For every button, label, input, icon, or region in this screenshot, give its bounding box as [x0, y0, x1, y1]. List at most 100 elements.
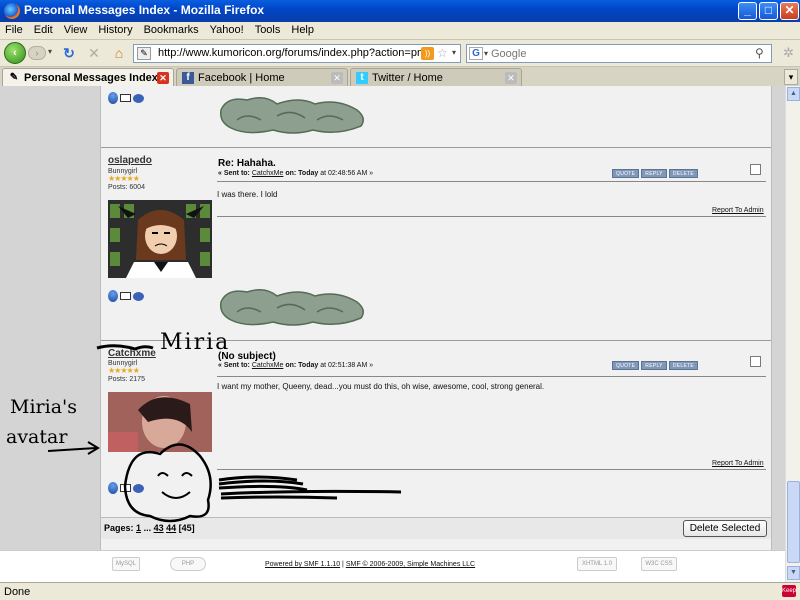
email-icon[interactable] — [120, 94, 131, 103]
home-icon[interactable]: ⌂ — [110, 44, 128, 62]
msn-icon[interactable] — [108, 482, 118, 495]
page-link-1[interactable]: 1 — [136, 523, 141, 533]
smf-copyright-link[interactable]: SMF © 2006-2009, Simple Machines LLC — [346, 561, 475, 568]
minimize-button[interactable]: _ — [738, 2, 757, 20]
status-bar: Done Keep — [0, 582, 800, 600]
vertical-scrollbar[interactable]: ▲ ▼ — [785, 86, 800, 582]
message-subject: Re: Hahaha. — [218, 158, 276, 169]
url-bar[interactable]: ✎ http://www.kumoricon.org/forums/index.… — [133, 44, 461, 63]
mysql-badge[interactable]: MySQL — [112, 557, 140, 571]
email-icon[interactable] — [120, 292, 131, 301]
search-input[interactable] — [491, 47, 751, 60]
handwritten-note-1: Miria's — [10, 396, 77, 418]
pm-list: oslapedo Bunnygirl ★★★★★ Posts: 6004 Re:… — [100, 86, 772, 582]
quote-button[interactable]: QUOTE — [612, 361, 640, 370]
page-footer: MySQL PHP Powered by SMF 1.1.10 | SMF © … — [0, 550, 785, 582]
delete-button[interactable]: DELETE — [668, 361, 699, 370]
reload-icon[interactable]: ↻ — [60, 44, 78, 62]
scroll-up-icon[interactable]: ▲ — [787, 87, 800, 101]
poster-name[interactable]: oslapedo — [108, 155, 152, 166]
recipient-link[interactable]: CatchxMe — [252, 362, 284, 369]
stop-icon[interactable]: ✕ — [85, 44, 103, 62]
msn-icon[interactable] — [108, 290, 118, 303]
on-label: on: — [285, 170, 297, 177]
recipient-link[interactable]: CatchxMe — [252, 170, 284, 177]
message-meta: « Sent to: CatchxMe on: Today at 02:48:5… — [218, 170, 373, 177]
rank-stars: ★★★★★ — [108, 174, 140, 183]
tab-label: Personal Messages Index — [24, 72, 158, 84]
delete-selected-button[interactable]: Delete Selected — [683, 520, 767, 537]
menu-history[interactable]: History — [93, 22, 138, 36]
tab-personal-messages[interactable]: ✎ Personal Messages Index ✕ — [2, 68, 174, 87]
page-icon: ✎ — [137, 47, 151, 60]
post-count: Posts: 2175 — [108, 376, 145, 383]
search-icon[interactable]: ⚲ — [755, 46, 764, 60]
sent-to-label: « Sent to: — [218, 362, 250, 369]
menu-edit[interactable]: Edit — [29, 22, 59, 36]
tab-scroll-icon[interactable]: ▾ — [784, 69, 798, 85]
message-body: I want my mother, Queeny, dead...you mus… — [217, 382, 545, 391]
scroll-thumb[interactable] — [787, 481, 800, 563]
msn-icon[interactable] — [108, 92, 118, 105]
contact-icons — [108, 92, 146, 105]
report-to-admin-link[interactable]: Report To Admin — [712, 207, 764, 214]
powered-by-link[interactable]: Powered by SMF 1.1.10 — [265, 561, 340, 568]
email-icon[interactable] — [120, 484, 131, 493]
close-window-button[interactable]: ✕ — [780, 2, 799, 20]
tab-label: Twitter / Home — [372, 72, 443, 84]
navigation-toolbar: ‹ › ▾ ↻ ✕ ⌂ ✎ http://www.kumoricon.org/f… — [0, 40, 800, 66]
php-badge[interactable]: PHP — [170, 557, 206, 571]
rss-feed-icon[interactable]: )) — [421, 47, 434, 60]
reply-button[interactable]: REPLY — [641, 361, 667, 370]
report-to-admin-link[interactable]: Report To Admin — [712, 460, 764, 467]
history-dropdown-icon[interactable]: ▾ — [48, 47, 52, 56]
message-divider — [217, 181, 766, 182]
close-tab-icon[interactable]: ✕ — [157, 72, 169, 84]
url-text[interactable]: http://www.kumoricon.org/forums/index.ph… — [158, 47, 428, 59]
menu-tools[interactable]: Tools — [250, 22, 287, 36]
pm-icon[interactable] — [133, 93, 144, 103]
bookmark-star-icon[interactable]: ☆ — [437, 46, 448, 60]
tab-twitter[interactable]: t Twitter / Home ✕ — [350, 68, 522, 87]
message-time: at 02:48:56 AM » — [320, 170, 374, 177]
message-meta: « Sent to: CatchxMe on: Today at 02:51:3… — [218, 362, 373, 369]
close-tab-icon[interactable]: ✕ — [331, 72, 343, 84]
signature-rock-image — [219, 289, 364, 326]
menu-view[interactable]: View — [59, 22, 94, 36]
forward-button[interactable]: › — [28, 46, 46, 60]
close-tab-icon[interactable]: ✕ — [505, 72, 517, 84]
page-link-44[interactable]: 44 — [166, 523, 176, 533]
tab-facebook[interactable]: f Facebook | Home ✕ — [176, 68, 348, 87]
message-subject: (No subject) — [218, 351, 276, 362]
quote-button[interactable]: QUOTE — [612, 169, 640, 178]
menu-file[interactable]: File — [0, 22, 29, 36]
window-titlebar: Personal Messages Index - Mozilla Firefo… — [0, 0, 800, 22]
scroll-down-icon[interactable]: ▼ — [787, 566, 800, 580]
menu-help[interactable]: Help — [286, 22, 320, 36]
throbber-icon: ✲ — [783, 45, 794, 60]
delete-button[interactable]: DELETE — [668, 169, 699, 178]
pm-icon[interactable] — [133, 291, 144, 301]
post-count: Posts: 6004 — [108, 184, 145, 191]
menu-bookmarks[interactable]: Bookmarks — [139, 22, 205, 36]
page-link-43[interactable]: 43 — [154, 523, 164, 533]
google-engine-icon[interactable]: G — [469, 47, 483, 60]
select-checkbox[interactable] — [750, 164, 761, 175]
poster-name[interactable]: Catchxme — [108, 348, 156, 359]
reply-button[interactable]: REPLY — [641, 169, 667, 178]
engine-dropdown-icon[interactable]: ▾ — [484, 49, 488, 58]
message-body: I was there. I lold — [217, 190, 278, 199]
back-button[interactable]: ‹ — [4, 42, 26, 64]
maximize-button[interactable]: □ — [759, 2, 778, 20]
avatar — [108, 392, 212, 470]
on-label: on: — [285, 362, 297, 369]
firefox-icon — [4, 3, 20, 19]
pm-icon[interactable] — [133, 483, 144, 493]
post-divider — [101, 340, 771, 341]
url-dropdown-icon[interactable]: ▾ — [452, 48, 456, 57]
addon-status-icon[interactable]: Keep — [782, 585, 796, 597]
css-badge[interactable]: W3C CSS — [641, 557, 677, 571]
xhtml-badge[interactable]: XHTML 1.0 — [577, 557, 617, 571]
select-checkbox[interactable] — [750, 356, 761, 367]
menu-yahoo[interactable]: Yahoo! — [205, 22, 250, 36]
